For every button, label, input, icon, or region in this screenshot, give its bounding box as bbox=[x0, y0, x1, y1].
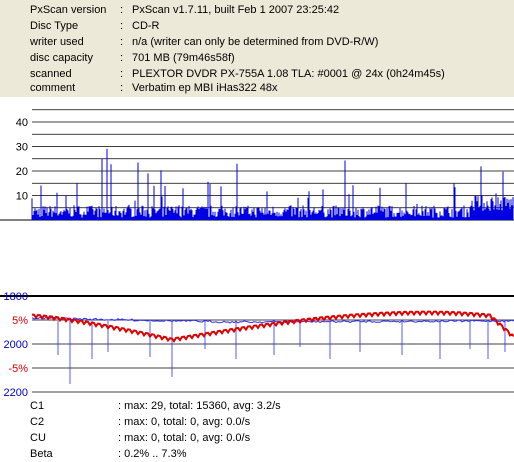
info-key: comment bbox=[30, 82, 76, 94]
stat-value: : 0.2% .. 7.3% bbox=[118, 448, 187, 460]
c1-axis-ticks: 40 30 20 10 bbox=[16, 117, 28, 203]
info-separator: : bbox=[120, 4, 124, 16]
scan-summary-panel: C1 : max: 29, total: 15360, avg: 3.2/s C… bbox=[0, 398, 514, 462]
c1-tick-label: 20 bbox=[16, 166, 28, 178]
info-value: PxScan v1.7.11, built Feb 1 2007 23:25:4… bbox=[132, 4, 340, 16]
stat-row-beta: Beta : 0.2% .. 7.3% bbox=[0, 446, 514, 462]
info-row-disc-type: Disc Type : CD-R bbox=[0, 18, 514, 34]
stat-row-c1: C1 : max: 29, total: 15360, avg: 3.2/s bbox=[0, 398, 514, 414]
info-key: PxScan version bbox=[30, 4, 107, 16]
info-value: n/a (writer can only be determined from … bbox=[132, 36, 379, 48]
info-key: disc capacity bbox=[30, 52, 93, 64]
info-key: Disc Type bbox=[30, 20, 79, 32]
info-separator: : bbox=[120, 82, 124, 94]
c1-bar-series bbox=[31, 148, 514, 220]
info-value: 701 MB (79m46s58f) bbox=[132, 52, 235, 64]
scan-chart: 40 30 20 10 1800 2000 2200 5% -5% bbox=[0, 109, 514, 399]
stat-value: : max: 0, total: 0, avg: 0.0/s bbox=[118, 416, 251, 428]
info-separator: : bbox=[120, 52, 124, 64]
stat-key: C2 bbox=[30, 416, 45, 428]
beta-tick-label: -5% bbox=[8, 363, 28, 375]
beta-series-line bbox=[31, 310, 514, 343]
stat-row-cu: CU : max: 0, total: 0, avg: 0.0/s bbox=[0, 430, 514, 446]
stat-key: C1 bbox=[30, 400, 45, 412]
beta-tick-label: 5% bbox=[12, 315, 28, 327]
stat-key: CU bbox=[30, 432, 46, 444]
info-key: writer used bbox=[30, 36, 84, 48]
beta-gridlines bbox=[0, 295, 514, 393]
jitter-tick-label: 2000 bbox=[4, 339, 28, 351]
jitter-tick-label: 2200 bbox=[4, 387, 28, 398]
stat-row-c2: C2 : max: 0, total: 0, avg: 0.0/s bbox=[0, 414, 514, 430]
scan-info-panel: PxScan version : PxScan v1.7.11, built F… bbox=[0, 0, 514, 97]
c1-error-bars bbox=[31, 148, 514, 220]
info-row-capacity: disc capacity : 701 MB (79m46s58f) bbox=[0, 50, 514, 66]
info-row-writer: writer used : n/a (writer can only be de… bbox=[0, 34, 514, 50]
beta-jitter-lines bbox=[31, 310, 514, 384]
info-row-version: PxScan version : PxScan v1.7.11, built F… bbox=[0, 2, 514, 18]
c1-tick-label: 10 bbox=[16, 191, 28, 203]
info-value: CD-R bbox=[132, 20, 160, 32]
stat-key: Beta bbox=[30, 448, 53, 460]
scan-chart-area: 40 30 20 10 1800 2000 2200 5% -5% bbox=[0, 97, 514, 399]
info-value: Verbatim ep MBI iHas322 48x bbox=[132, 82, 278, 94]
info-separator: : bbox=[120, 20, 124, 32]
stat-value: : max: 29, total: 15360, avg: 3.2/s bbox=[118, 400, 281, 412]
info-row-comment: comment : Verbatim ep MBI iHas322 48x bbox=[0, 80, 514, 96]
c1-tick-label: 30 bbox=[16, 142, 28, 154]
info-separator: : bbox=[120, 36, 124, 48]
c1-tick-label: 40 bbox=[16, 117, 28, 129]
beta-axis-ticks: 1800 2000 2200 5% -5% bbox=[4, 291, 29, 399]
stat-value: : max: 0, total: 0, avg: 0.0/s bbox=[118, 432, 251, 444]
jitter-tick-label: 1800 bbox=[4, 291, 28, 303]
